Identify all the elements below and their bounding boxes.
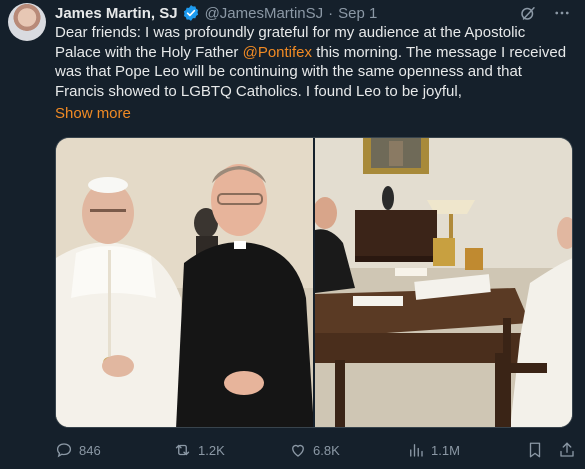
retweet-count: 1.2K [198,442,225,458]
tweet-date[interactable]: Sep 1 [338,5,377,22]
tweet-action-bar: 846 1.2K 6.8K 1.1M [55,441,575,463]
more-options-icon[interactable] [553,4,571,22]
mention-link[interactable]: @Pontifex [243,44,312,61]
retweet-button[interactable]: 1.2K [173,441,225,459]
date-separator: · [328,4,334,22]
retweet-icon [173,441,192,459]
tweet-text: Dear friends: I was profoundly grateful … [55,23,575,101]
tweet-header: James Martin, SJ @JamesMartinSJ · Sep 1 [55,3,377,23]
photo-pope-and-priest[interactable] [56,138,313,427]
like-button[interactable]: 6.8K [289,441,340,459]
grok-icon[interactable] [519,4,537,22]
author-handle[interactable]: @JamesMartinSJ [205,5,324,22]
photo-meeting-room[interactable] [315,138,572,427]
reply-icon [55,441,73,459]
author-name[interactable]: James Martin, SJ [55,5,178,22]
tweet-media [55,137,573,428]
author-avatar[interactable] [8,3,46,41]
bookmark-icon [526,441,544,459]
views-button[interactable]: 1.1M [407,441,460,459]
reply-count: 846 [79,442,101,458]
views-count: 1.1M [431,442,460,458]
share-icon [558,441,576,459]
bookmark-button[interactable] [526,441,544,459]
like-count: 6.8K [313,442,340,458]
reply-button[interactable]: 846 [55,441,101,459]
show-more-link[interactable]: Show more [55,105,131,122]
views-icon [407,441,425,459]
like-icon [289,441,307,459]
verified-badge-icon[interactable] [182,4,200,22]
share-button[interactable] [558,441,576,459]
tweet-top-actions [519,4,571,22]
